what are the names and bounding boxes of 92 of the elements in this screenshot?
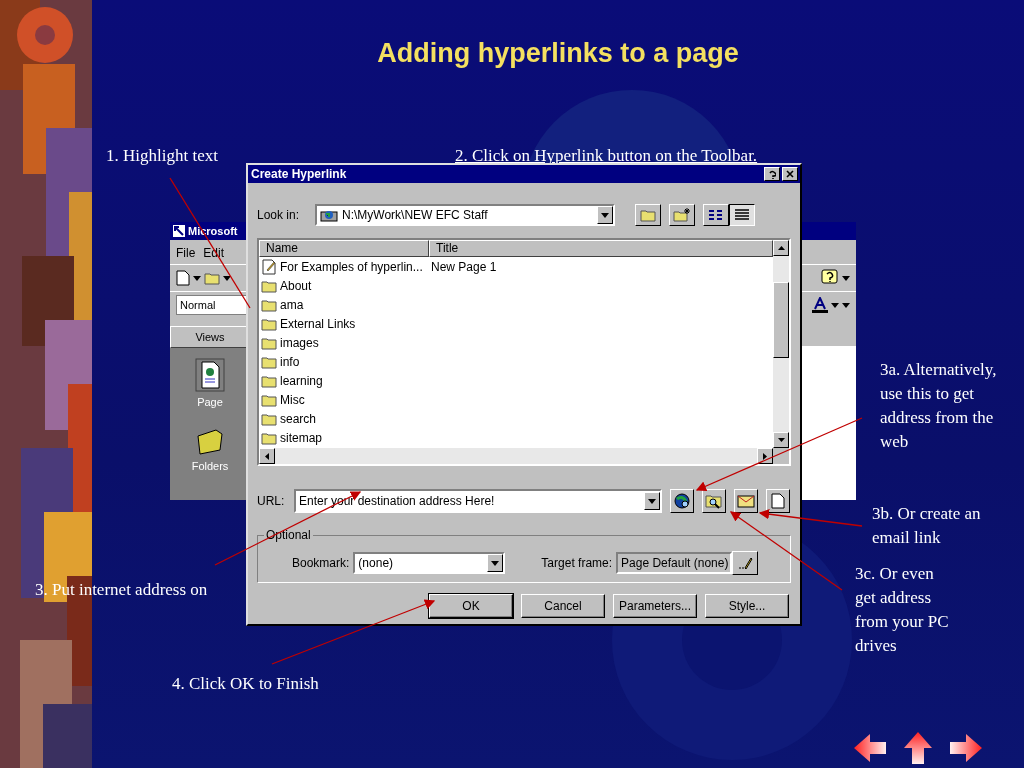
envelope-icon bbox=[737, 494, 755, 508]
drive-icon bbox=[320, 208, 338, 222]
new-page-icon[interactable] bbox=[176, 270, 190, 286]
close-button[interactable] bbox=[782, 167, 798, 181]
browse-web-button[interactable] bbox=[670, 489, 694, 513]
file-name[interactable]: images bbox=[280, 335, 319, 350]
list-icon bbox=[708, 209, 724, 221]
column-header[interactable]: Title bbox=[429, 240, 773, 257]
folder-icon bbox=[261, 411, 277, 426]
folder-icon bbox=[261, 373, 277, 388]
file-name[interactable]: Misc bbox=[280, 392, 305, 407]
target-frame-field[interactable]: Page Default (none) bbox=[616, 552, 733, 574]
back-arrow-icon[interactable] bbox=[852, 732, 888, 764]
look-in-label: Look in: bbox=[257, 208, 301, 222]
scrollbar-corner bbox=[773, 448, 789, 464]
folder-icon bbox=[261, 354, 277, 369]
page-icon[interactable] bbox=[195, 358, 225, 392]
menu-item[interactable]: File bbox=[176, 246, 196, 264]
view-label[interactable]: Page bbox=[197, 396, 223, 408]
file-name[interactable]: External Links bbox=[280, 316, 356, 331]
new-page-button[interactable] bbox=[766, 489, 790, 513]
dialog-button[interactable]: Cancel bbox=[521, 594, 605, 618]
dropdown-button[interactable] bbox=[597, 206, 613, 224]
look-in-value: N:\MyWork\NEW EFC Staff bbox=[342, 208, 488, 222]
callout-text: 4. Click OK to Finish bbox=[172, 673, 320, 695]
caret-icon bbox=[491, 560, 500, 566]
new-folder-icon bbox=[673, 208, 691, 222]
folder-icon[interactable] bbox=[195, 428, 225, 456]
look-in-dropdown[interactable]: N:\MyWork\NEW EFC Staff bbox=[315, 204, 615, 226]
new-folder-button[interactable] bbox=[669, 204, 695, 226]
column-header[interactable]: Name bbox=[259, 240, 429, 257]
help-icon[interactable] bbox=[821, 269, 839, 287]
callout-text: 2. Click on Hyperlink button on the Toolbar. bbox=[455, 145, 759, 167]
font-color-icon[interactable] bbox=[812, 297, 828, 313]
dropdown-button[interactable] bbox=[487, 554, 504, 572]
help-icon bbox=[768, 169, 776, 179]
dialog-button[interactable]: Parameters... bbox=[613, 594, 697, 618]
forward-arrow-icon[interactable] bbox=[948, 732, 984, 764]
file-name[interactable]: ama bbox=[280, 297, 304, 312]
folder-search-icon bbox=[705, 493, 723, 509]
file-title: New Page 1 bbox=[431, 259, 498, 274]
page-icon bbox=[261, 258, 277, 275]
callout-text: 3b. Or create an email link bbox=[872, 503, 982, 549]
folder-icon bbox=[261, 335, 277, 350]
file-name[interactable]: learning bbox=[280, 373, 323, 388]
target-frame-label: Target frame: bbox=[541, 556, 613, 570]
details-icon bbox=[734, 209, 750, 221]
scroll-right-icon bbox=[763, 452, 767, 460]
pencil-icon bbox=[737, 556, 754, 570]
open-folder-icon bbox=[204, 271, 220, 285]
list-view-button[interactable] bbox=[703, 204, 729, 226]
caret-icon bbox=[648, 498, 656, 504]
vertical-scrollbar[interactable] bbox=[773, 240, 789, 448]
scroll-up-icon bbox=[777, 246, 785, 250]
scroll-down-icon bbox=[777, 438, 785, 442]
folder-icon bbox=[261, 430, 277, 445]
app-icon bbox=[173, 225, 185, 237]
bookmark-label: Bookmark: bbox=[292, 556, 350, 570]
dialog-button[interactable]: Style... bbox=[705, 594, 789, 618]
file-name[interactable]: search bbox=[280, 411, 317, 426]
slide-title: Adding hyperlinks to a page bbox=[376, 38, 740, 69]
browse-files-button[interactable] bbox=[702, 489, 726, 513]
dropdown-button[interactable] bbox=[644, 492, 660, 510]
close-icon bbox=[786, 170, 794, 178]
file-name[interactable]: info bbox=[280, 354, 300, 369]
callout-text: 3a. Alternatively, use this to get address from the web bbox=[880, 359, 998, 453]
help-button[interactable] bbox=[764, 167, 780, 181]
view-label[interactable]: Folders bbox=[191, 460, 229, 472]
edit-target-button[interactable] bbox=[732, 551, 759, 575]
caret-icon bbox=[842, 275, 850, 281]
url-label: URL: bbox=[257, 494, 286, 508]
email-link-button[interactable] bbox=[734, 489, 758, 513]
page-icon bbox=[771, 493, 785, 509]
file-name[interactable]: For Examples of hyperlin... bbox=[280, 259, 423, 274]
callout-text: 1. Highlight text bbox=[106, 145, 219, 167]
file-name[interactable]: About bbox=[280, 278, 312, 293]
folder-icon bbox=[261, 392, 277, 407]
caret-icon bbox=[601, 212, 609, 218]
caret-icon bbox=[223, 275, 231, 281]
caret-icon bbox=[193, 275, 201, 281]
horizontal-scrollbar[interactable] bbox=[259, 448, 773, 464]
details-view-button[interactable] bbox=[729, 204, 755, 226]
callout-text: 3c. Or even get address from your PC drives bbox=[855, 563, 950, 657]
globe-icon bbox=[673, 492, 691, 510]
folder-icon bbox=[261, 278, 277, 293]
up-folder-button[interactable] bbox=[635, 204, 661, 226]
folder-icon bbox=[261, 297, 277, 312]
scroll-left-icon bbox=[265, 452, 269, 460]
dialog-button[interactable]: OK bbox=[429, 594, 513, 618]
file-name[interactable]: sitemap bbox=[280, 430, 323, 445]
bookmark-dropdown[interactable]: (none) bbox=[353, 552, 506, 574]
dialog-title: Create Hyperlink bbox=[251, 167, 347, 181]
